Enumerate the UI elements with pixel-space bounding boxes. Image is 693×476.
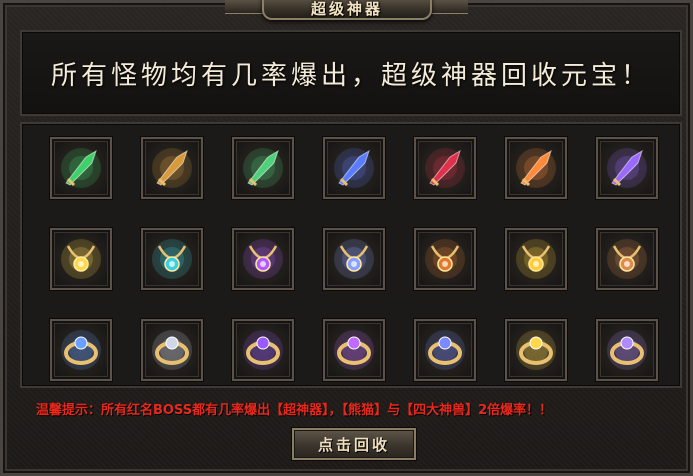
item-slot[interactable]: [323, 228, 385, 290]
green-spear-icon: [61, 148, 101, 188]
item-slot[interactable]: [596, 228, 658, 290]
red-sword-icon: [425, 148, 465, 188]
item-slot[interactable]: [50, 319, 112, 381]
gem-necklace-icon: [243, 239, 283, 279]
skull-necklace-icon: [334, 239, 374, 279]
winged-necklace-icon: [152, 239, 192, 279]
fire-blade-icon: [516, 148, 556, 188]
star-necklace-icon: [61, 239, 101, 279]
bronze-bracelet-icon: [607, 239, 647, 279]
item-slot[interactable]: [505, 228, 567, 290]
item-slot[interactable]: [414, 319, 476, 381]
hint-text: 温馨提示：所有红名BOSS都有几率爆出【超神器】，【熊猫】与【四大神兽】2倍爆率…: [36, 403, 553, 418]
window-title: 超级神器: [310, 0, 383, 18]
item-slot[interactable]: [232, 319, 294, 381]
silver-ring-icon: [152, 330, 192, 370]
crystal-ring-icon: [607, 330, 647, 370]
item-slot[interactable]: [323, 137, 385, 199]
item-slot[interactable]: [596, 319, 658, 381]
sapphire-ring-icon: [61, 330, 101, 370]
title-wing-right: [428, 0, 468, 14]
item-slot[interactable]: [505, 319, 567, 381]
jade-blade-icon: [243, 148, 283, 188]
item-slot[interactable]: [141, 228, 203, 290]
golden-ring-icon: [516, 330, 556, 370]
title-plaque: 超级神器: [262, 0, 432, 20]
scorpion-necklace-icon: [425, 239, 465, 279]
item-slot[interactable]: [50, 137, 112, 199]
item-slot[interactable]: [596, 137, 658, 199]
item-slot[interactable]: [232, 137, 294, 199]
gold-bracelet-icon: [516, 239, 556, 279]
item-slot[interactable]: [323, 319, 385, 381]
item-slot[interactable]: [232, 228, 294, 290]
violet-axe-icon: [607, 148, 647, 188]
announcement-banner: 所有怪物均有几率爆出，超级神器回收元宝！: [20, 30, 682, 116]
golden-staff-icon: [152, 148, 192, 188]
item-slot[interactable]: [505, 137, 567, 199]
recycle-button-label: 点击回收: [317, 435, 390, 454]
dark-ring-icon: [243, 330, 283, 370]
item-slot[interactable]: [414, 137, 476, 199]
orb-ring-icon: [425, 330, 465, 370]
item-slot[interactable]: [141, 137, 203, 199]
item-slot[interactable]: [141, 319, 203, 381]
item-slot[interactable]: [414, 228, 476, 290]
blue-sword-icon: [334, 148, 374, 188]
item-grid: [20, 122, 682, 388]
amethyst-ring-icon: [334, 330, 374, 370]
recycle-button[interactable]: 点击回收: [292, 428, 416, 460]
title-wing-left: [225, 0, 265, 14]
banner-text: 所有怪物均有几率爆出，超级神器回收元宝！: [50, 60, 651, 91]
item-slot[interactable]: [50, 228, 112, 290]
